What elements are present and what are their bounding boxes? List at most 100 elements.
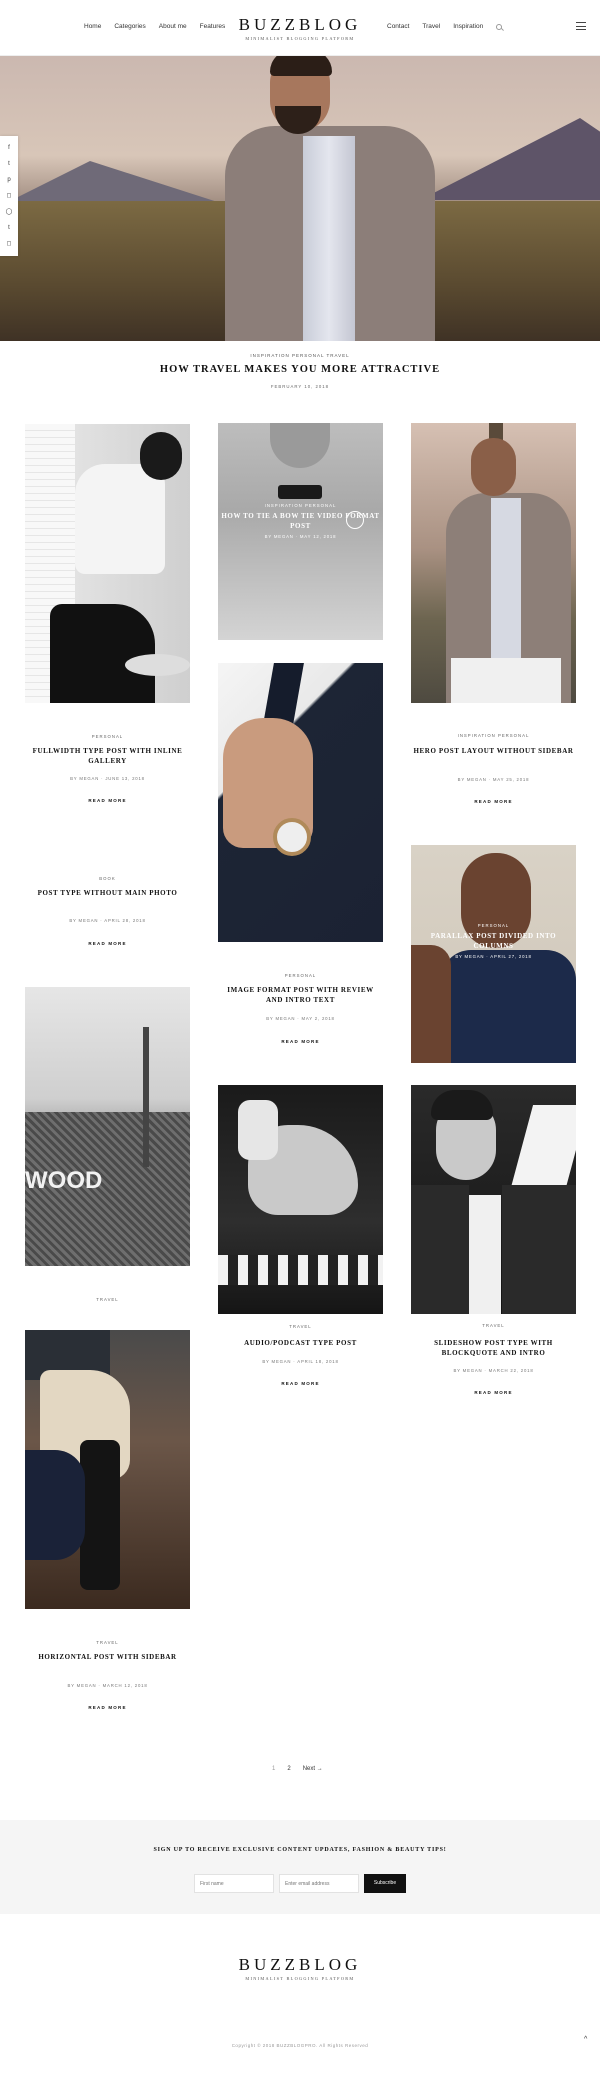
- hero-model-hair: [270, 56, 332, 76]
- saddle-pad: [25, 1450, 85, 1560]
- post-meta: BY MEGAN · MARCH 12, 2018: [67, 1683, 148, 1688]
- tumblr-icon[interactable]: t: [8, 225, 10, 231]
- page-1-link[interactable]: 1: [272, 1766, 275, 1772]
- twitter-icon[interactable]: t: [8, 161, 10, 167]
- post-category[interactable]: PERSONAL: [411, 923, 576, 928]
- subscribe-button[interactable]: Subscribe: [364, 1874, 406, 1893]
- first-name-field[interactable]: [194, 1874, 274, 1893]
- post-meta: BY MEGAN · APRIL 27, 2018: [455, 954, 532, 959]
- nav-link-contact[interactable]: Contact: [387, 23, 409, 30]
- radio-tower: [143, 1027, 149, 1167]
- nav-link-home[interactable]: Home: [84, 23, 101, 30]
- post-title[interactable]: HORIZONTAL POST WITH SIDEBAR: [25, 1652, 190, 1662]
- nav-link-travel[interactable]: Travel: [422, 23, 440, 30]
- read-more-link[interactable]: READ MORE: [218, 1039, 383, 1044]
- post-image-watch[interactable]: [218, 663, 383, 942]
- read-more-link[interactable]: READ MORE: [411, 1390, 576, 1395]
- post-title[interactable]: SLIDESHOW POST TYPE WITH BLOCKQUOTE AND …: [411, 1338, 576, 1358]
- post-category[interactable]: PERSONAL: [25, 734, 190, 739]
- post-title[interactable]: FULLWIDTH TYPE POST WITH INLINE GALLERY: [25, 746, 190, 766]
- play-icon[interactable]: [346, 511, 364, 529]
- read-more-link[interactable]: READ MORE: [25, 798, 190, 803]
- nav-link-inspiration[interactable]: Inspiration: [453, 23, 483, 30]
- model-head: [471, 438, 516, 496]
- post-category[interactable]: INSPIRATION PERSONAL: [218, 503, 383, 508]
- wristwatch: [273, 818, 311, 856]
- newsletter-heading: SIGN UP TO RECEIVE EXCLUSIVE CONTENT UPD…: [153, 1847, 447, 1853]
- post-category[interactable]: TRAVEL: [411, 1323, 576, 1328]
- read-more-link[interactable]: READ MORE: [411, 799, 576, 804]
- post-meta: BY MEGAN · JUNE 13, 2018: [70, 776, 145, 781]
- social-sidebar: f t p ◻ ◯ t ◻: [0, 136, 18, 256]
- post-category[interactable]: INSPIRATION PERSONAL: [411, 733, 576, 738]
- post-meta: BY MEGAN · MAY 12, 2018: [264, 534, 337, 539]
- post-image-parallax[interactable]: PERSONAL PARALLAX POST DIVIDED INTO COLU…: [411, 845, 576, 1063]
- logo-tagline: MINIMALIST BLOGGING PLATFORM: [245, 36, 355, 41]
- site-header: Home Categories About me Features BUZZBL…: [0, 0, 600, 56]
- model-hair: [431, 1090, 493, 1120]
- post-title[interactable]: IMAGE FORMAT POST WITH REVIEW AND INTRO …: [218, 985, 383, 1005]
- post-image-horse[interactable]: [218, 1085, 383, 1314]
- model-hand: [411, 945, 451, 1063]
- email-field[interactable]: [279, 1874, 359, 1893]
- post-meta: BY MEGAN · MAY 2, 2018: [266, 1016, 335, 1021]
- window-light: [508, 1105, 576, 1195]
- nav-link-about[interactable]: About me: [159, 23, 187, 30]
- post-title[interactable]: HERO POST LAYOUT WITHOUT SIDEBAR: [411, 746, 576, 756]
- featured-categories[interactable]: INSPIRATION PERSONAL TRAVEL: [0, 353, 600, 358]
- nav-link-categories[interactable]: Categories: [114, 23, 145, 30]
- post-image-slideshow[interactable]: [411, 1085, 576, 1314]
- nav-link-features[interactable]: Features: [200, 23, 226, 30]
- post-image-bowtie[interactable]: INSPIRATION PERSONAL HOW TO TIE A BOW TI…: [218, 423, 383, 640]
- post-image-rider[interactable]: [25, 1330, 190, 1609]
- post-image-hollywood[interactable]: WOOD: [25, 987, 190, 1266]
- model-pants: [50, 604, 155, 703]
- post-category[interactable]: TRAVEL: [25, 1640, 190, 1645]
- model-neck: [270, 423, 330, 468]
- read-more-link[interactable]: READ MORE: [25, 1705, 190, 1710]
- post-category[interactable]: TRAVEL: [25, 1297, 190, 1302]
- dribbble-icon[interactable]: ◯: [6, 209, 13, 215]
- page-2-link[interactable]: 2: [287, 1766, 290, 1772]
- read-more-link[interactable]: READ MORE: [25, 941, 190, 946]
- model-suit: [441, 950, 576, 1063]
- post-category[interactable]: BOOK: [25, 876, 190, 881]
- next-page-link[interactable]: Next →: [303, 1766, 323, 1772]
- post-title[interactable]: POST TYPE WITHOUT MAIN PHOTO: [25, 888, 190, 898]
- footer-logo-text: BUZZBLOG: [238, 1955, 362, 1974]
- model-shirt: [491, 498, 521, 658]
- post-meta: BY MEGAN · APRIL 28, 2018: [69, 918, 146, 923]
- post-overlay[interactable]: PERSONAL PARALLAX POST DIVIDED INTO COLU…: [411, 923, 576, 959]
- model-head: [140, 432, 182, 480]
- post-title[interactable]: AUDIO/PODCAST TYPE POST: [218, 1338, 383, 1348]
- post-category[interactable]: TRAVEL: [218, 1324, 383, 1329]
- rider-boot: [80, 1440, 120, 1590]
- read-more-link[interactable]: READ MORE: [218, 1381, 383, 1386]
- back-to-top-button[interactable]: ^: [584, 2036, 587, 2043]
- hero-mountain-right: [420, 118, 600, 200]
- site-logo[interactable]: BUZZBLOG MINIMALIST BLOGGING PLATFORM: [230, 15, 370, 41]
- main-nav-right: Contact Travel Inspiration: [387, 23, 503, 30]
- facebook-icon[interactable]: f: [8, 145, 10, 151]
- instagram-alt-icon[interactable]: ◻: [7, 241, 12, 247]
- post-image-hero[interactable]: [411, 423, 576, 703]
- pinterest-icon[interactable]: p: [7, 177, 10, 183]
- rider: [238, 1100, 278, 1160]
- hollywood-sign: WOOD: [25, 1167, 103, 1194]
- footer-logo[interactable]: BUZZBLOG MINIMALIST BLOGGING PLATFORM: [230, 1955, 370, 1981]
- model-jacket: [411, 1185, 576, 1314]
- bow-tie: [278, 485, 322, 499]
- post-image-fullwidth[interactable]: [25, 424, 190, 703]
- hero-image[interactable]: [0, 56, 600, 341]
- post-meta: BY MEGAN · MARCH 22, 2018: [453, 1368, 534, 1373]
- copyright-text: Copyright © 2018 BUZZBLOGPRO. All Rights…: [231, 2043, 369, 2048]
- instagram-icon[interactable]: ◻: [7, 193, 12, 199]
- jump-rail: [218, 1255, 383, 1285]
- search-icon[interactable]: [496, 23, 503, 30]
- menu-icon[interactable]: [576, 22, 586, 30]
- stool: [125, 654, 190, 676]
- featured-title[interactable]: HOW TRAVEL MAKES YOU MORE ATTRACTIVE: [0, 364, 600, 375]
- main-nav-left: Home Categories About me Features: [84, 23, 225, 30]
- post-category[interactable]: PERSONAL: [218, 973, 383, 978]
- post-title[interactable]: PARALLAX POST DIVIDED INTO COLUMNS: [411, 931, 576, 951]
